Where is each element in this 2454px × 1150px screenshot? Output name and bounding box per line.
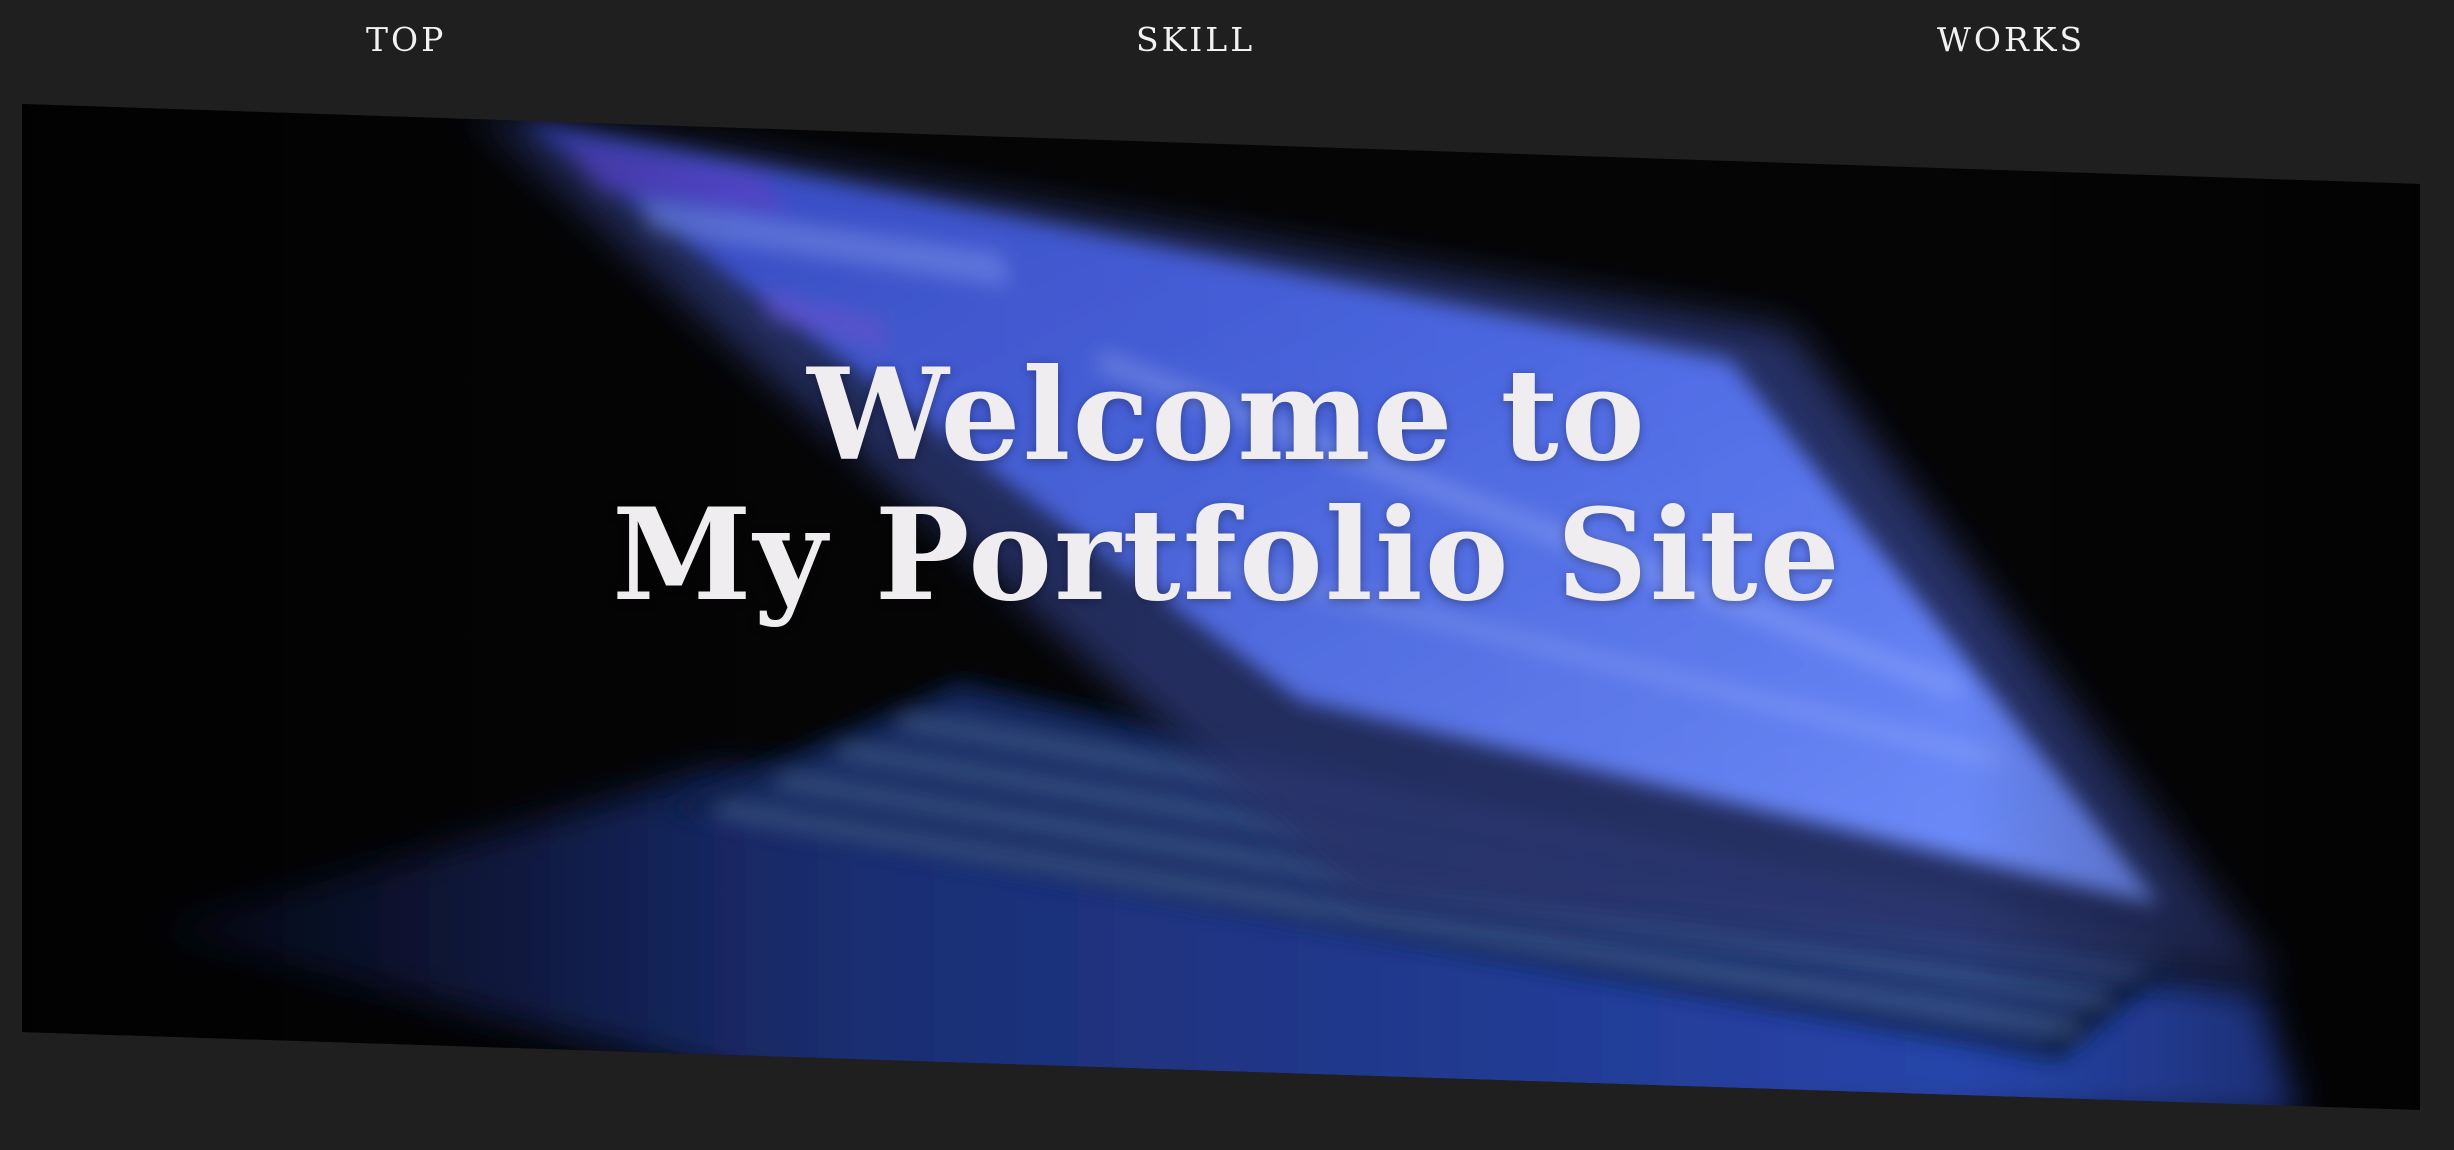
hero-section: Welcome to My Portfolio Site: [0, 0, 2454, 1150]
hero-title-line-1: Welcome to: [807, 341, 1647, 489]
hero-title-line-2: My Portfolio Site: [612, 481, 1842, 629]
hero-title: Welcome to My Portfolio Site: [0, 345, 2454, 625]
